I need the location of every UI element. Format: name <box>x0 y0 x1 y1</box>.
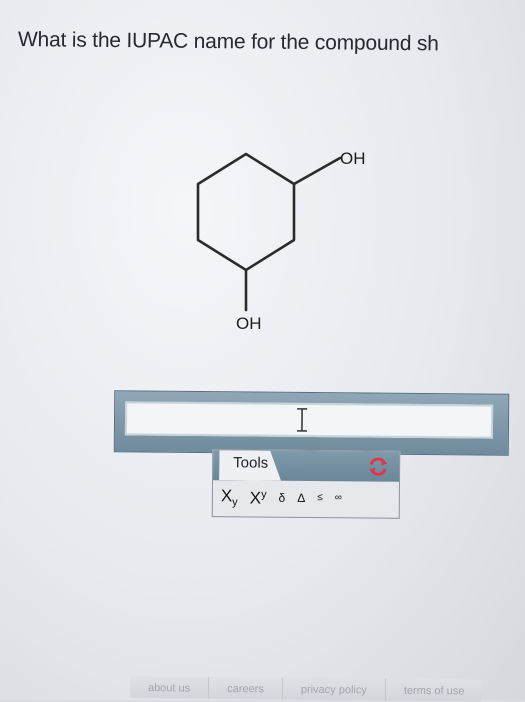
footer-link-careers[interactable]: careers <box>208 677 282 700</box>
superscript-button[interactable]: Xy <box>250 489 267 506</box>
oh-label-bottom: OH <box>236 314 262 333</box>
bond-to-oh-top <box>294 158 340 184</box>
tools-label: Tools <box>233 454 268 471</box>
tools-panel: Tools Xy Xy δ Δ ≤ ∞ <box>212 449 401 519</box>
oh-label-top: OH <box>340 149 366 168</box>
footer-link-about[interactable]: about us <box>130 676 208 699</box>
infinity-button[interactable]: ∞ <box>335 493 342 503</box>
subscript-button[interactable]: Xy <box>221 487 238 508</box>
browser-page: What is the IUPAC name for the compound … <box>0 0 525 700</box>
footer-link-privacy[interactable]: privacy policy <box>282 678 385 701</box>
cyclohexanediol-structure: OH OH <box>150 130 410 345</box>
tools-tab[interactable]: Tools <box>219 450 281 481</box>
delta-upper-button[interactable]: Δ <box>297 492 305 504</box>
question-text: What is the IUPAC name for the compound … <box>18 28 523 57</box>
answer-editor <box>114 390 510 455</box>
text-cursor-icon <box>295 407 309 433</box>
footer-link-terms[interactable]: terms of use <box>385 679 483 702</box>
cyclohexane-ring <box>198 154 294 270</box>
tools-header: Tools <box>213 450 399 482</box>
refresh-icon[interactable] <box>367 456 389 478</box>
footer-nav: about us careers privacy policy terms of… <box>130 672 525 702</box>
less-equal-button[interactable]: ≤ <box>317 493 323 503</box>
tools-row: Xy Xy δ Δ ≤ ∞ <box>221 484 342 511</box>
delta-lower-button[interactable]: δ <box>279 492 286 504</box>
